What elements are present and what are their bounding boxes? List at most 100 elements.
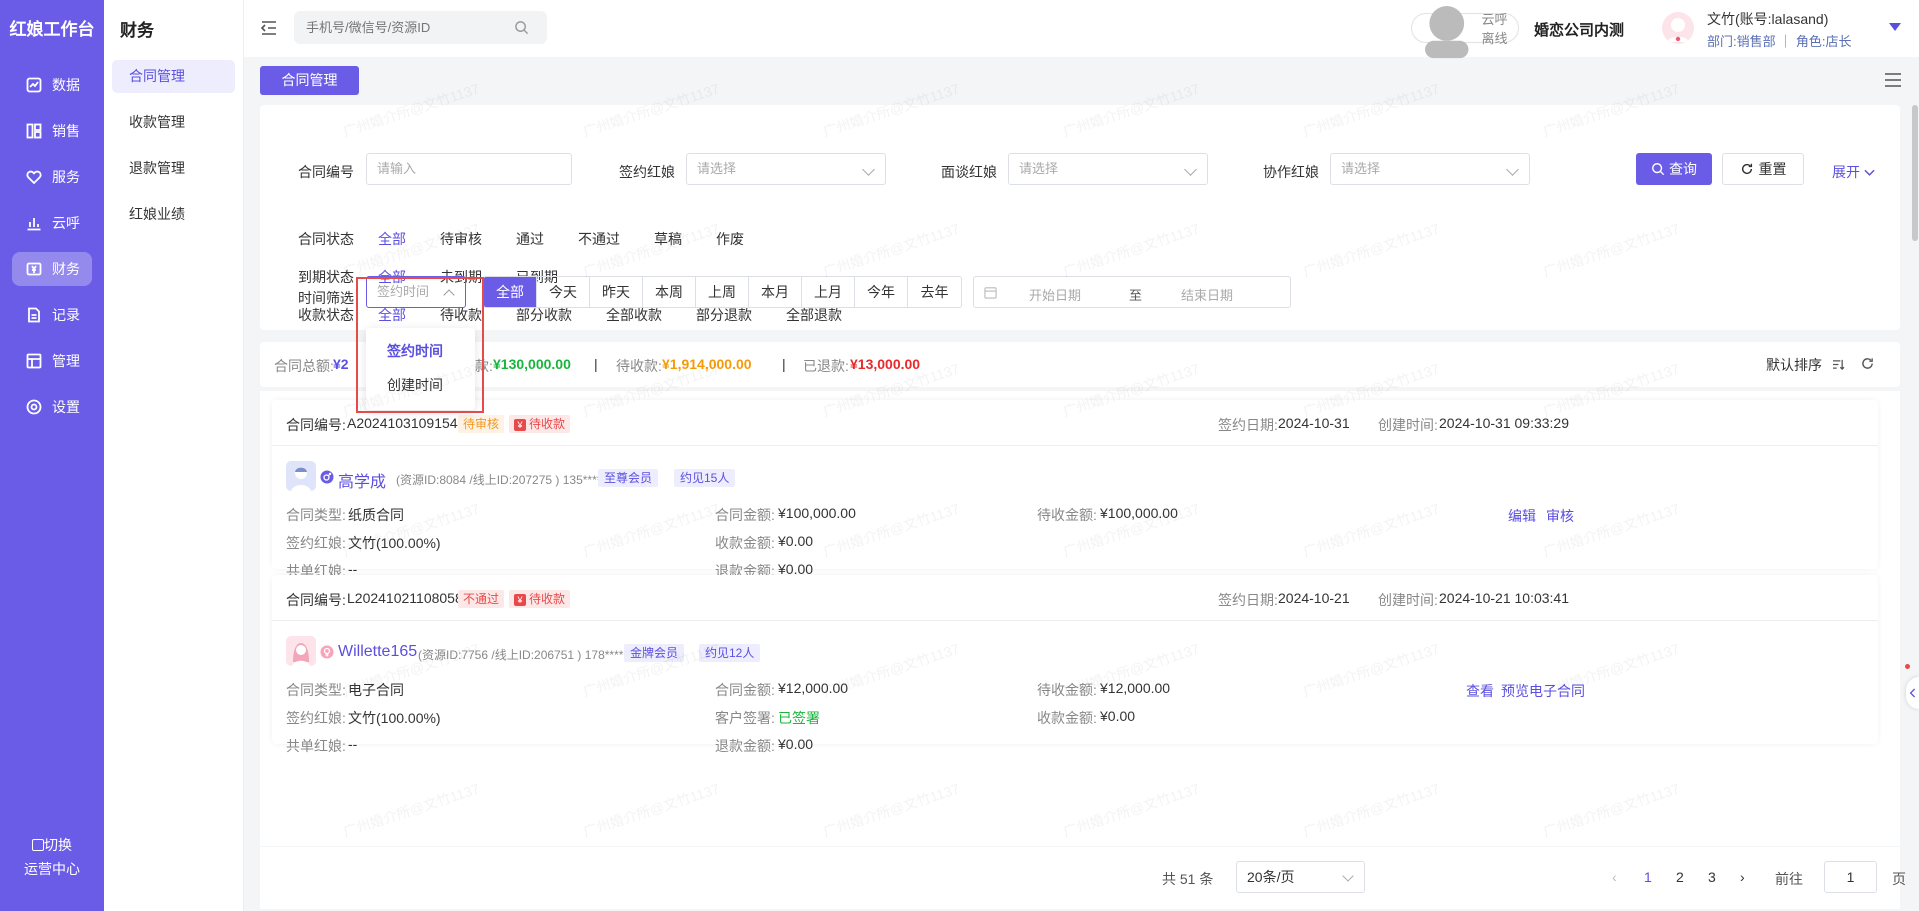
search-input[interactable] bbox=[294, 11, 504, 44]
time-option-this-week[interactable]: 本周 bbox=[643, 277, 696, 307]
search-icon[interactable] bbox=[514, 20, 529, 35]
nav-label: 数据 bbox=[52, 77, 80, 93]
page-3[interactable]: 3 bbox=[1708, 869, 1716, 885]
menu-fold-icon[interactable] bbox=[260, 19, 278, 37]
received-amount: ¥0.00 bbox=[1100, 708, 1136, 724]
contract-no-input[interactable]: 请输入 bbox=[366, 153, 572, 185]
customer-avatar[interactable] bbox=[286, 461, 316, 491]
goto-page-input[interactable]: 1 bbox=[1824, 861, 1877, 893]
coop-hn-select[interactable]: 请选择 bbox=[1330, 153, 1530, 185]
preview-econtract-button[interactable]: 预览电子合同 bbox=[1501, 681, 1585, 701]
settings-icon bbox=[26, 399, 42, 415]
main-content: 合同管理 合同编号 请输入 签约红娘 请选择 面谈红娘 请选择 协作红娘 请选择… bbox=[244, 57, 1919, 911]
expand-button[interactable]: 展开 bbox=[1832, 162, 1875, 182]
expand-label: 展开 bbox=[1832, 164, 1860, 180]
brand-title: 红娘工作台 bbox=[9, 20, 95, 39]
nav-item-manage[interactable]: 管理 bbox=[12, 344, 92, 378]
chevron-down-icon bbox=[1864, 169, 1875, 176]
collect-label: 收款状态 bbox=[298, 307, 354, 323]
status-option-void[interactable]: 作废 bbox=[716, 229, 744, 249]
query-button[interactable]: 查询 bbox=[1636, 153, 1712, 185]
nav-item-sales[interactable]: 销售 bbox=[12, 114, 92, 148]
sign-hn-label: 签约红娘: bbox=[286, 535, 346, 551]
reset-button[interactable]: 重置 bbox=[1722, 153, 1804, 185]
vertical-scrollbar[interactable] bbox=[1912, 105, 1918, 241]
time-option-this-month[interactable]: 本月 bbox=[749, 277, 802, 307]
avatar-icon bbox=[291, 467, 311, 491]
time-option-all[interactable]: 全部 bbox=[484, 277, 537, 307]
chevron-down-icon bbox=[1506, 163, 1519, 176]
shared-hn-label: 共单红娘: bbox=[286, 738, 346, 754]
status-option-pending[interactable]: 待审核 bbox=[440, 229, 482, 249]
page-size-value: 20条/页 bbox=[1247, 869, 1295, 885]
customer-info: (资源ID:7756 /线上ID:206751 ) 178****2857 bbox=[418, 648, 651, 662]
status-option-passed[interactable]: 通过 bbox=[516, 229, 544, 249]
refund-amount: ¥0.00 bbox=[778, 736, 814, 752]
switch-icon bbox=[32, 839, 44, 851]
query-label: 查询 bbox=[1669, 161, 1697, 177]
subnav-item-collection[interactable]: 收款管理 bbox=[112, 106, 235, 139]
total-amount-value: ¥2 bbox=[333, 356, 349, 372]
customer-avatar[interactable] bbox=[286, 636, 316, 666]
review-button[interactable]: 审核 bbox=[1546, 506, 1574, 526]
contract-amount-label: 合同金额: bbox=[715, 507, 775, 523]
cloudcall-status-text: 云呼 离线 bbox=[1481, 12, 1508, 46]
main-nav: 红娘工作台 数据 销售 服务 云呼 财务 记录 管理 设置 切换 运营中心 bbox=[0, 0, 104, 911]
member-badge: 至尊会员 bbox=[598, 469, 659, 487]
refresh-icon bbox=[1741, 163, 1752, 175]
time-option-last-year[interactable]: 去年 bbox=[908, 277, 961, 307]
status-badge: 不通过 bbox=[458, 590, 505, 608]
list-menu-icon[interactable] bbox=[1884, 73, 1902, 87]
talk-hn-label: 面谈红娘 bbox=[941, 164, 997, 180]
sign-hn-label: 签约红娘 bbox=[619, 164, 675, 180]
page-1[interactable]: 1 bbox=[1644, 869, 1652, 885]
customer-name[interactable]: 高学成 bbox=[338, 468, 386, 492]
collect-option-full[interactable]: 全部收款 bbox=[606, 305, 662, 325]
refresh-icon[interactable] bbox=[1861, 357, 1874, 370]
time-option-this-year[interactable]: 今年 bbox=[855, 277, 908, 307]
collect-option-partial[interactable]: 部分收款 bbox=[516, 305, 572, 325]
nav-item-records[interactable]: 记录 bbox=[12, 298, 92, 332]
global-search[interactable] bbox=[294, 11, 547, 44]
nav-item-service[interactable]: 服务 bbox=[12, 160, 92, 194]
sign-hn-select[interactable]: 请选择 bbox=[686, 153, 886, 185]
next-page-icon[interactable]: › bbox=[1740, 869, 1745, 885]
coop-hn-placeholder: 请选择 bbox=[1341, 161, 1381, 176]
avatar-icon bbox=[1667, 18, 1689, 42]
collect-option-partial-refund[interactable]: 部分退款 bbox=[696, 305, 752, 325]
edit-button[interactable]: 编辑 bbox=[1508, 506, 1536, 526]
time-option-today[interactable]: 今天 bbox=[537, 277, 590, 307]
company-name: 婚恋公司内测 bbox=[1534, 22, 1625, 39]
time-option-last-month[interactable]: 上月 bbox=[802, 277, 855, 307]
subnav-item-refund[interactable]: 退款管理 bbox=[112, 152, 235, 185]
nav-item-finance[interactable]: 财务 bbox=[12, 252, 92, 286]
collect-option-full-refund[interactable]: 全部退款 bbox=[786, 305, 842, 325]
time-option-yesterday[interactable]: 昨天 bbox=[590, 277, 643, 307]
pending-amount-label: 待收金额: bbox=[1037, 682, 1097, 698]
create-time-label: 创建时间: bbox=[1378, 417, 1438, 433]
nav-item-data[interactable]: 数据 bbox=[12, 68, 92, 102]
nav-item-settings[interactable]: 设置 bbox=[12, 390, 92, 424]
side-panel-toggle[interactable] bbox=[1906, 677, 1919, 709]
avatar-icon bbox=[292, 643, 310, 666]
sort-control[interactable]: 默认排序 bbox=[1766, 355, 1874, 375]
customer-name[interactable]: Willette165 bbox=[338, 643, 417, 661]
cloudcall-status[interactable]: 云呼 离线 bbox=[1411, 6, 1519, 59]
date-range-picker[interactable]: 开始日期 至 结束日期 bbox=[973, 276, 1291, 308]
status-option-draft[interactable]: 草稿 bbox=[654, 229, 682, 249]
prev-page-icon[interactable]: ‹ bbox=[1612, 869, 1617, 885]
talk-hn-select[interactable]: 请选择 bbox=[1008, 153, 1208, 185]
user-avatar[interactable] bbox=[1662, 12, 1694, 44]
status-option-all[interactable]: 全部 bbox=[378, 229, 406, 249]
subnav-item-contract[interactable]: 合同管理 bbox=[112, 60, 235, 93]
subnav-item-performance[interactable]: 红娘业绩 bbox=[112, 198, 235, 231]
page-2[interactable]: 2 bbox=[1676, 869, 1684, 885]
nav-item-cloudcall[interactable]: 云呼 bbox=[12, 206, 92, 240]
time-option-last-week[interactable]: 上周 bbox=[696, 277, 749, 307]
view-button[interactable]: 查看 bbox=[1466, 681, 1494, 701]
status-option-rejected[interactable]: 不通过 bbox=[578, 229, 620, 249]
tab-contract-management[interactable]: 合同管理 bbox=[260, 66, 359, 95]
switch-ops-center[interactable]: 切换 运营中心 bbox=[0, 833, 104, 881]
page-size-select[interactable]: 20条/页 bbox=[1236, 861, 1365, 893]
user-menu-caret-icon[interactable] bbox=[1889, 23, 1901, 31]
